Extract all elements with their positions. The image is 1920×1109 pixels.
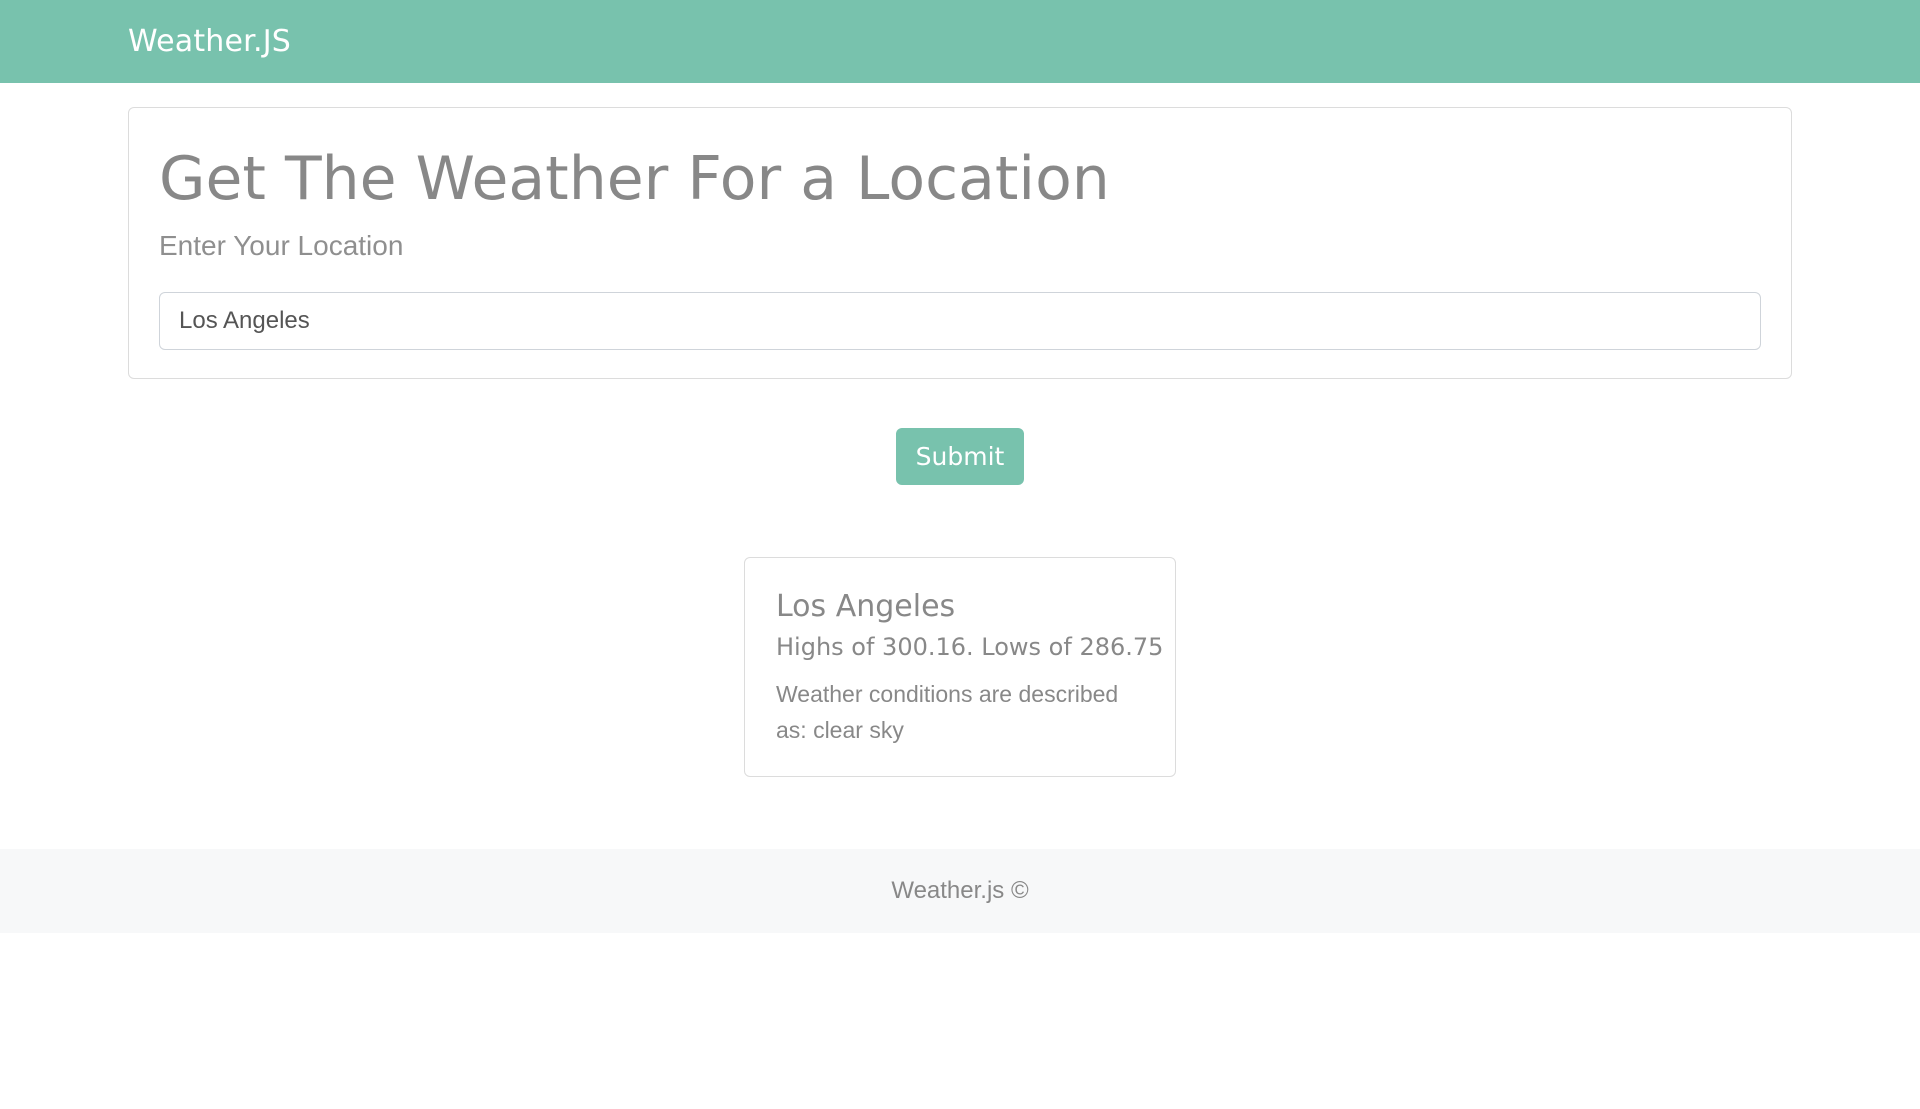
result-description: Weather conditions are described as: cle… [776,681,1119,743]
location-prompt: Enter Your Location [159,230,404,261]
search-card: Get The Weather For a Location Enter You… [128,107,1792,379]
location-input[interactable] [159,292,1761,350]
brand-logo-link[interactable]: Weather.JS [128,0,291,83]
submit-button[interactable]: Submit [896,428,1024,485]
page-title: Get The Weather For a Location [159,144,1110,214]
top-navbar: Weather.JS [0,0,1920,83]
result-city: Los Angeles [776,589,956,624]
weather-result-card: Los Angeles Highs of 300.16. Lows of 286… [744,557,1176,777]
footer: Weather.js © [0,849,1920,933]
result-temperatures: Highs of 300.16. Lows of 286.75 [776,633,1164,661]
footer-text: Weather.js © [891,877,1029,904]
